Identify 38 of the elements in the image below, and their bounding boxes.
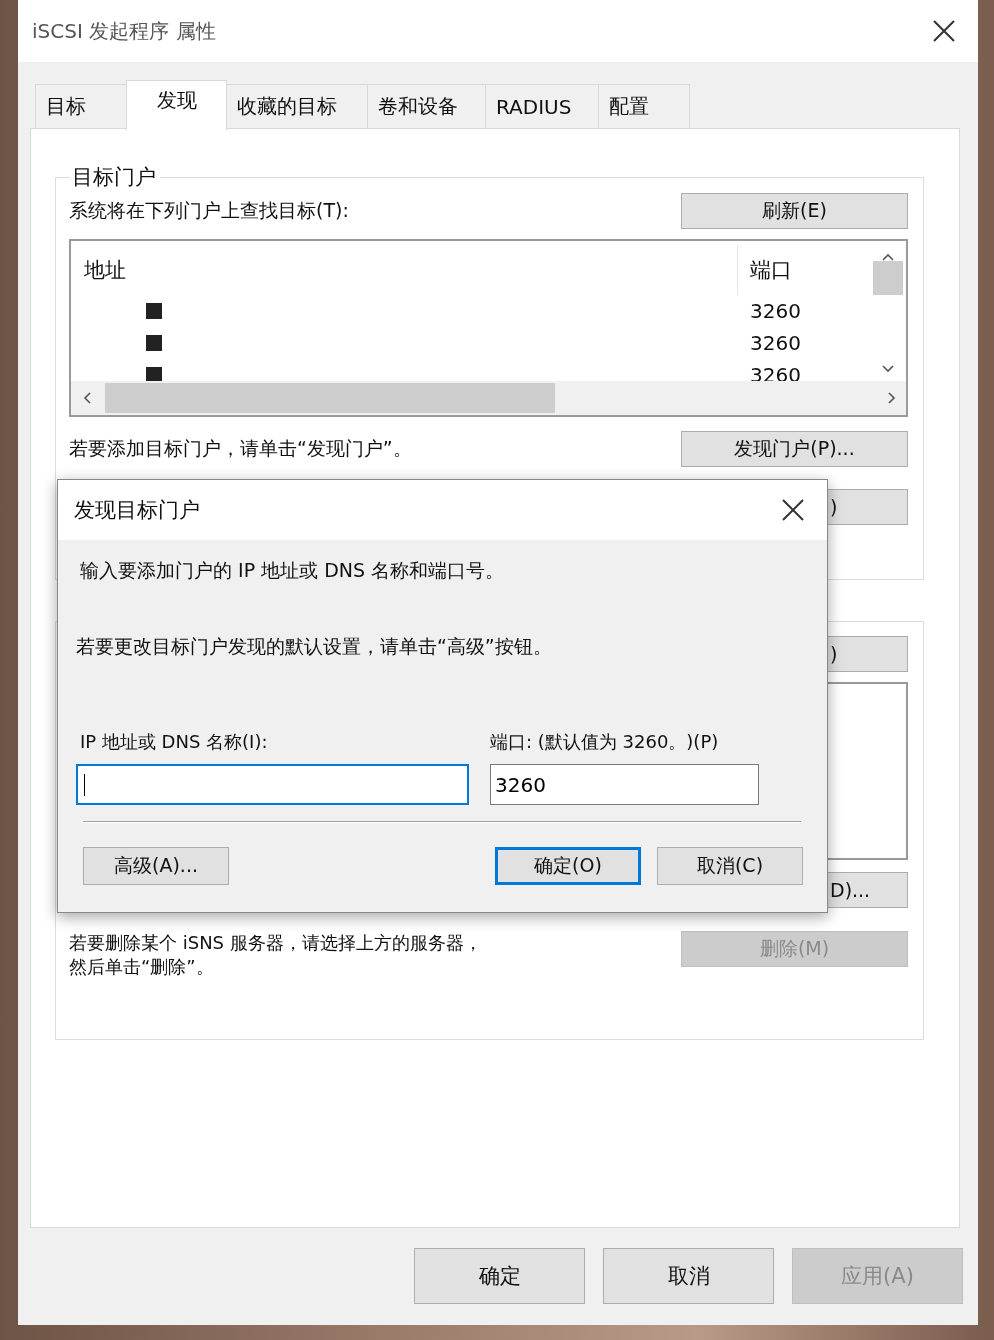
redaction-block [146, 335, 162, 351]
window-title: iSCSI 发起程序 属性 [32, 17, 216, 45]
hint-text: 若要删除某个 iSNS 服务器，请选择上方的服务器， [69, 931, 482, 955]
instruction-text: 输入要添加门户的 IP 地址或 DNS 名称和端口号。 [80, 558, 506, 583]
dialog-button[interactable]: 取消 [603, 1248, 774, 1304]
hint-text: 然后单击“删除”。 [69, 955, 215, 979]
close-icon[interactable] [932, 19, 956, 43]
dialog-button[interactable]: 高级(A)... [83, 847, 229, 885]
tab[interactable]: 发现 [126, 80, 227, 130]
dialog-button[interactable]: 确定 [414, 1248, 585, 1304]
port-field[interactable]: 3260 [490, 764, 759, 805]
table-cell-text: 3260 [749, 331, 802, 355]
scroll-thumb[interactable] [105, 383, 555, 413]
horizontal-scrollbar[interactable] [71, 381, 906, 415]
dialog-button[interactable]: 取消(C) [657, 847, 803, 885]
refresh-button[interactable]: 刷新(E) [681, 193, 908, 229]
redaction-block [146, 303, 162, 319]
dialog-button[interactable]: 确定(O) [495, 847, 641, 885]
instruction-text: 若要更改目标门户发现的默认设置，请单击“高级”按钮。 [76, 634, 553, 659]
address-field[interactable] [76, 764, 469, 805]
scroll-left-icon[interactable] [83, 392, 91, 404]
discover-portal-button[interactable]: 发现门户(P)... [681, 431, 908, 467]
tab[interactable]: 目标 [35, 84, 127, 128]
tab[interactable]: 配置 [598, 84, 690, 128]
column-header[interactable]: 地址 [84, 245, 738, 295]
table-cell-text: 3260 [749, 299, 802, 323]
scroll-up-icon[interactable] [882, 253, 894, 261]
column-header[interactable]: 端口 [738, 256, 866, 284]
scroll-down-icon[interactable] [882, 365, 894, 373]
field-label: 端口: (默认值为 3260。)(P) [490, 730, 720, 754]
scroll-right-icon[interactable] [888, 392, 896, 404]
dialog-title: 发现目标门户 [74, 497, 200, 524]
close-icon[interactable] [781, 498, 805, 522]
field-label: IP 地址或 DNS 名称(I): [80, 730, 269, 754]
redaction-block [146, 367, 162, 381]
scroll-thumb[interactable] [873, 261, 903, 295]
hint-text: 若要添加目标门户，请单击“发现门户”。 [69, 436, 412, 461]
list-label: 系统将在下列门户上查找目标(T): [69, 198, 349, 223]
